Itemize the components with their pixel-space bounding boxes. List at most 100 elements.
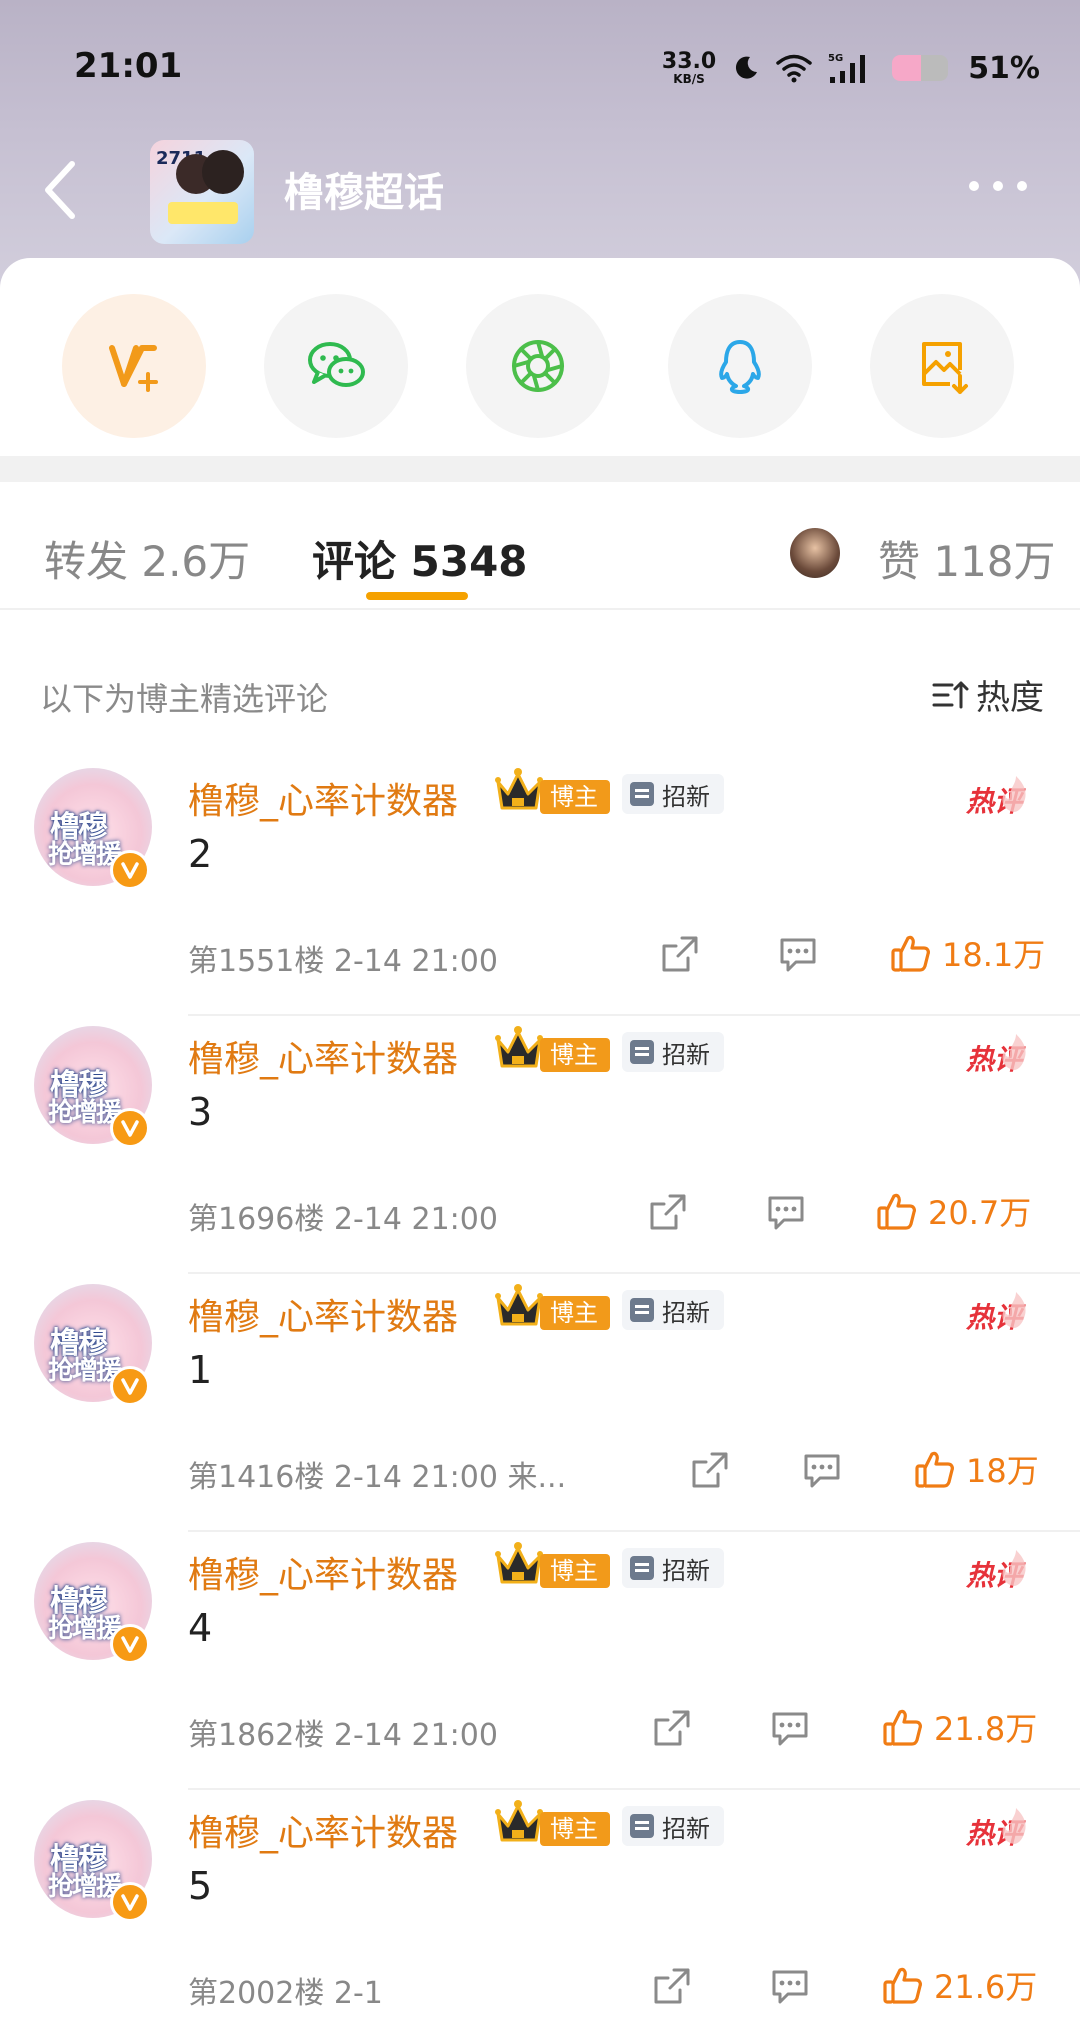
comment-item: 橹穆 抢增援 橹穆_心率计数器 博主 招新 热评 4 第1862楼 2-14 2… bbox=[0, 1532, 1080, 1790]
comment-text: 1 bbox=[188, 1348, 213, 1392]
topic-avatar[interactable]: 2711 bbox=[150, 140, 254, 244]
recruit-badge[interactable]: 招新 bbox=[622, 1032, 724, 1072]
back-arrow-icon[interactable] bbox=[38, 158, 82, 222]
recruit-badge[interactable]: 招新 bbox=[622, 1290, 724, 1330]
comment-meta: 第2002楼 2-1 bbox=[188, 1976, 383, 2011]
like-button[interactable]: 21.8万 bbox=[882, 1704, 1037, 1750]
moments-icon bbox=[512, 340, 564, 392]
active-tab-indicator bbox=[366, 592, 468, 600]
share-icon[interactable] bbox=[650, 1706, 694, 1750]
save-image-button[interactable] bbox=[870, 294, 1014, 438]
save-image-icon bbox=[922, 342, 968, 394]
comment-text: 3 bbox=[188, 1090, 213, 1134]
status-indicators: 33.0 KB/S 5G 51% bbox=[662, 46, 1040, 90]
blogger-role-badge: 博主 bbox=[540, 780, 610, 814]
reply-icon[interactable] bbox=[768, 1966, 812, 2006]
commenter-name[interactable]: 橹穆_心率计数器 bbox=[188, 1546, 458, 1598]
like-button[interactable]: 18.1万 bbox=[890, 930, 1045, 976]
comment-meta: 第1696楼 2-14 21:00 bbox=[188, 1202, 498, 1237]
recruit-badge-label: 招新 bbox=[662, 782, 710, 811]
avatar-banner bbox=[168, 202, 238, 224]
document-icon bbox=[630, 1298, 654, 1322]
network-type-label: 5G bbox=[828, 53, 843, 64]
hot-comment-tag: 热评 bbox=[962, 774, 1034, 822]
cellular-signal-icon: 5G bbox=[828, 53, 866, 83]
liker-avatar bbox=[788, 526, 842, 580]
like-button[interactable]: 20.7万 bbox=[876, 1188, 1031, 1234]
qq-icon bbox=[719, 340, 761, 394]
share-row bbox=[0, 276, 1080, 438]
like-count: 18万 bbox=[966, 1452, 1039, 1490]
network-speed: 33.0 KB/S bbox=[661, 49, 717, 86]
commenter-name[interactable]: 橹穆_心率计数器 bbox=[188, 1288, 458, 1340]
share-icon[interactable] bbox=[658, 932, 702, 976]
thumbs-up-icon bbox=[915, 1451, 954, 1488]
comment-meta: 第1551楼 2-14 21:00 bbox=[188, 944, 498, 979]
avatar-text: 抢增援 bbox=[48, 1872, 122, 1902]
reply-icon[interactable] bbox=[800, 1450, 844, 1490]
battery-icon bbox=[892, 53, 952, 83]
sort-label: 热度 bbox=[976, 678, 1044, 718]
hot-comment-tag: 热评 bbox=[962, 1032, 1034, 1080]
recruit-badge[interactable]: 招新 bbox=[622, 1806, 724, 1846]
document-icon bbox=[630, 1814, 654, 1838]
flame-icon bbox=[1002, 1550, 1026, 1586]
status-time: 21:01 bbox=[74, 46, 183, 86]
thumbs-up-icon bbox=[883, 1709, 922, 1746]
like-button[interactable]: 21.6万 bbox=[882, 1962, 1037, 2008]
wechat-share-button[interactable] bbox=[264, 294, 408, 438]
more-options-icon[interactable] bbox=[966, 174, 1030, 198]
share-icon[interactable] bbox=[646, 1190, 690, 1234]
comment-item: 橹穆 抢增援 橹穆_心率计数器 博主 招新 热评 5 第2002楼 2-1 21… bbox=[0, 1790, 1080, 2019]
section-divider bbox=[0, 456, 1080, 482]
filter-row: 以下为博主精选评论 热度 bbox=[0, 658, 1080, 738]
v-plus-button[interactable] bbox=[62, 294, 206, 438]
reply-icon[interactable] bbox=[764, 1192, 808, 1232]
like-count: 20.7万 bbox=[928, 1194, 1032, 1232]
verified-badge-icon bbox=[110, 1108, 150, 1148]
recruit-badge[interactable]: 招新 bbox=[622, 1548, 724, 1588]
share-icon[interactable] bbox=[688, 1448, 732, 1492]
thumbs-up-icon bbox=[891, 935, 930, 972]
battery-percent: 51% bbox=[968, 50, 1040, 86]
v-plus-icon bbox=[109, 345, 158, 392]
verified-badge-icon bbox=[110, 1882, 150, 1922]
commenter-name[interactable]: 橹穆_心率计数器 bbox=[188, 1030, 458, 1082]
share-icon[interactable] bbox=[650, 1964, 694, 2008]
sort-icon bbox=[932, 681, 969, 708]
recruit-badge-label: 招新 bbox=[662, 1298, 710, 1327]
document-icon bbox=[630, 1040, 654, 1064]
flame-icon bbox=[1002, 776, 1026, 812]
commenter-name[interactable]: 橹穆_心率计数器 bbox=[188, 772, 458, 824]
blogger-role-badge: 博主 bbox=[540, 1296, 610, 1330]
document-icon bbox=[630, 782, 654, 806]
network-speed-value: 33.0 bbox=[661, 49, 717, 74]
comment-item: 橹穆 抢增援 橹穆_心率计数器 博主 招新 热评 3 第1696楼 2-14 2… bbox=[0, 1016, 1080, 1274]
avatar-text: 抢增援 bbox=[48, 1098, 122, 1128]
comment-text: 2 bbox=[188, 832, 213, 876]
tab-repost[interactable]: 转发 2.6万 bbox=[44, 528, 250, 589]
qq-share-button[interactable] bbox=[668, 294, 812, 438]
do-not-disturb-icon bbox=[736, 56, 758, 79]
recruit-badge-label: 招新 bbox=[662, 1556, 710, 1585]
topic-title[interactable]: 橹穆超话 bbox=[284, 160, 444, 218]
content-sheet: 转发 2.6万 评论 5348 赞 118万 以下为博主精选评论 热度 橹穆 抢… bbox=[0, 258, 1080, 2019]
recruit-badge-label: 招新 bbox=[662, 1040, 710, 1069]
hot-comment-tag: 热评 bbox=[962, 1290, 1034, 1338]
sort-by-heat-button[interactable]: 热度 bbox=[930, 670, 1044, 719]
avatar-figure bbox=[202, 150, 244, 194]
thumbs-up-icon bbox=[883, 1967, 922, 2004]
reply-icon[interactable] bbox=[776, 934, 820, 974]
flame-icon bbox=[1002, 1292, 1026, 1328]
like-count: 21.6万 bbox=[934, 1968, 1038, 2006]
hot-comment-tag: 热评 bbox=[962, 1548, 1034, 1596]
reply-icon[interactable] bbox=[768, 1708, 812, 1748]
network-speed-unit: KB/S bbox=[673, 72, 705, 86]
tab-likes[interactable]: 赞 118万 bbox=[878, 528, 1056, 589]
like-button[interactable]: 18万 bbox=[914, 1446, 1039, 1492]
recruit-badge[interactable]: 招新 bbox=[622, 774, 724, 814]
moments-share-button[interactable] bbox=[466, 294, 610, 438]
tab-comments[interactable]: 评论 5348 bbox=[312, 528, 528, 589]
verified-badge-icon bbox=[110, 1624, 150, 1664]
commenter-name[interactable]: 橹穆_心率计数器 bbox=[188, 1804, 458, 1856]
